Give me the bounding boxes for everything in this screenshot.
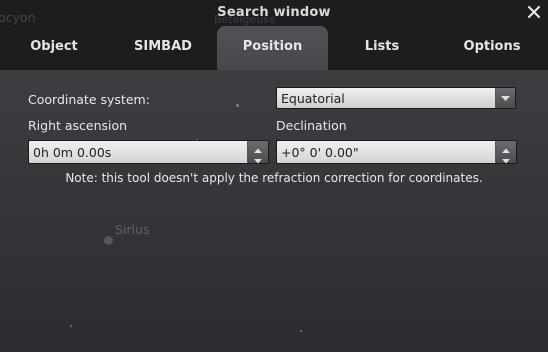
right-ascension-spin-buttons xyxy=(247,141,268,164)
refraction-note: Note: this tool doesn't apply the refrac… xyxy=(65,171,483,185)
declination-spinbox xyxy=(276,140,517,164)
title-bar: ocyon Betelgeuse Search window xyxy=(0,0,548,26)
search-window: Sirius ocyon Betelgeuse Search window Ob… xyxy=(0,0,548,352)
declination-decrement-button[interactable] xyxy=(496,152,516,164)
declination-increment-button[interactable] xyxy=(496,141,516,153)
tab-options[interactable]: Options xyxy=(452,26,532,70)
coordinate-system-value: Equatorial xyxy=(281,91,345,106)
right-ascension-input[interactable] xyxy=(30,142,245,162)
declination-input[interactable] xyxy=(278,142,493,162)
background-star xyxy=(70,325,72,327)
close-button[interactable] xyxy=(526,4,542,20)
coordinate-system-dropdown-button[interactable] xyxy=(495,88,515,108)
tab-bar: Object SIMBAD Position Lists Options xyxy=(0,26,548,70)
chevron-down-icon xyxy=(502,159,510,164)
coordinate-system-label: Coordinate system: xyxy=(28,92,150,107)
tab-position[interactable]: Position xyxy=(217,26,328,70)
right-ascension-increment-button[interactable] xyxy=(248,141,268,153)
background-star xyxy=(236,104,239,107)
tab-object[interactable]: Object xyxy=(22,26,86,70)
background-star xyxy=(300,330,302,332)
background-star xyxy=(104,236,113,245)
right-ascension-spinbox xyxy=(28,140,269,164)
declination-label: Declination xyxy=(276,118,347,133)
declination-spin-buttons xyxy=(495,141,516,164)
right-ascension-label: Right ascension xyxy=(28,118,128,133)
window-title: Search window xyxy=(217,5,331,20)
right-ascension-decrement-button[interactable] xyxy=(248,152,268,164)
chevron-down-icon xyxy=(501,96,510,101)
background-star-label: Sirius xyxy=(115,222,150,237)
close-icon xyxy=(527,5,541,19)
tab-simbad[interactable]: SIMBAD xyxy=(122,26,204,70)
tab-lists[interactable]: Lists xyxy=(350,26,414,70)
chevron-down-icon xyxy=(254,159,262,164)
coordinate-system-select[interactable]: Equatorial xyxy=(276,87,516,109)
